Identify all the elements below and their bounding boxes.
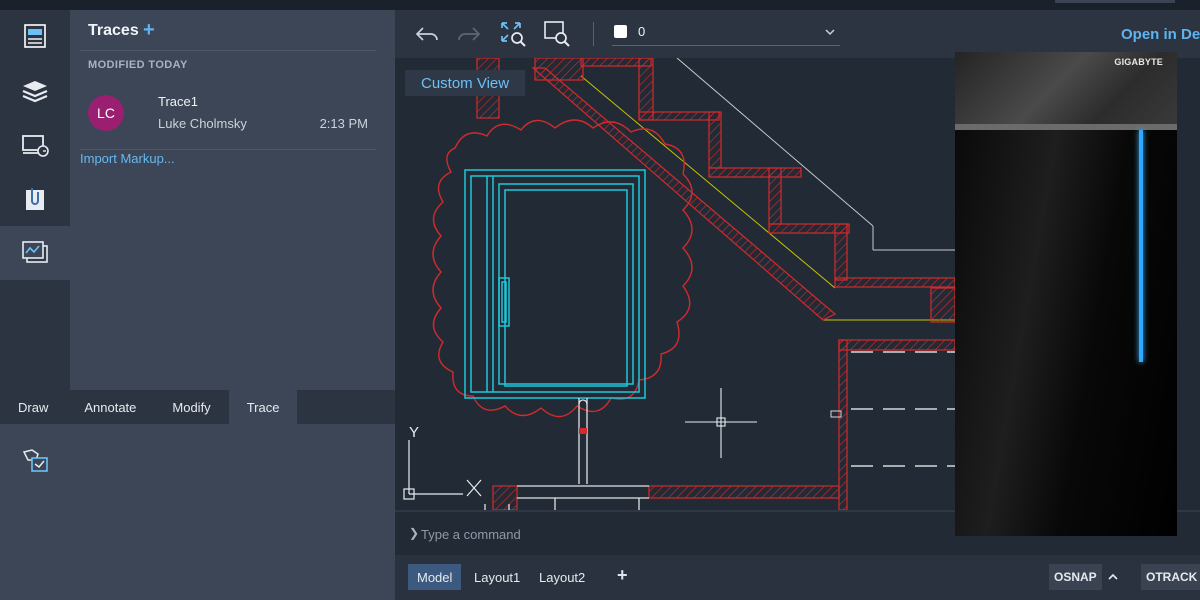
blocks-icon [22, 135, 49, 157]
add-trace-button[interactable]: + [143, 19, 155, 42]
stair-steps [476, 58, 956, 510]
status-bar: Model Layout1 Layout2 + OSNAP OTRACK [395, 555, 1200, 600]
add-layout-button[interactable]: + [617, 565, 628, 586]
section-label: MODIFIED TODAY [88, 59, 188, 71]
tab-model[interactable]: Model [408, 564, 462, 590]
pc-case-image: GIGABYTE [955, 52, 1177, 536]
blocks-button[interactable] [0, 118, 70, 172]
open-in-desktop-link[interactable]: Open in De [1121, 26, 1200, 43]
file-properties-button[interactable] [0, 10, 70, 64]
trace-time: 2:13 PM [319, 116, 368, 131]
ucs-axis-icon [403, 440, 482, 500]
crosshair-icon [685, 388, 757, 458]
toolbar-separator [593, 22, 594, 46]
layers-icon [22, 81, 48, 103]
otrack-toggle[interactable]: OTRACK [1141, 564, 1200, 590]
trace-tool-icon[interactable] [20, 446, 50, 476]
tab-annotate[interactable]: Annotate [66, 390, 154, 424]
layer-name: 0 [638, 24, 646, 39]
tab-modify[interactable]: Modify [154, 390, 228, 424]
file-properties-icon [24, 24, 46, 48]
left-icon-rail [0, 10, 70, 390]
window-top-strip [0, 0, 1200, 10]
zoom-extents-icon[interactable] [499, 20, 527, 48]
tools-body [0, 424, 395, 600]
ucs-y-label: Y [409, 424, 419, 441]
chevron-down-icon [825, 29, 835, 36]
panel-divider [80, 149, 376, 150]
traces-icon [22, 241, 48, 263]
avatar: LC [88, 95, 124, 131]
traces-button[interactable] [0, 226, 70, 280]
trace-author: Luke Cholmsky [158, 116, 247, 131]
led-strip [1139, 130, 1143, 362]
tool-tabs: Draw Annotate Modify Trace [0, 390, 395, 424]
panel-divider [80, 50, 376, 51]
layer-dropdown[interactable]: 0 [612, 20, 840, 46]
zoom-window-icon[interactable] [543, 20, 571, 48]
app-window: Traces + MODIFIED TODAY LC Trace1 Luke C… [0, 0, 1200, 600]
trace-name: Trace1 [158, 94, 198, 109]
chevron-up-icon[interactable] [1107, 571, 1119, 583]
chevron-right-icon: ❯ [409, 526, 420, 540]
plus-icon: + [617, 565, 628, 585]
undo-icon[interactable] [413, 20, 441, 48]
layer-color-swatch [614, 25, 627, 38]
layers-button[interactable] [0, 64, 70, 118]
tab-trace[interactable]: Trace [228, 390, 298, 424]
drawing-toolbar: 0 Open in De [395, 10, 1200, 58]
panel-title: Traces [88, 22, 139, 39]
top-tab-indicator [1055, 0, 1175, 3]
traces-panel: Traces + MODIFIED TODAY LC Trace1 Luke C… [70, 10, 395, 390]
tab-layout1[interactable]: Layout1 [465, 564, 529, 590]
redo-icon[interactable] [455, 20, 483, 48]
command-input[interactable] [421, 522, 921, 546]
plus-icon: + [143, 19, 155, 41]
tab-layout2[interactable]: Layout2 [530, 564, 594, 590]
attachments-button[interactable] [0, 172, 70, 226]
attachments-icon [26, 188, 44, 210]
pc-case-glass-panel [955, 130, 1177, 536]
custom-view-button[interactable]: Custom View [405, 70, 526, 96]
import-markup-link[interactable]: Import Markup... [80, 151, 175, 166]
door-frame [464, 169, 646, 399]
osnap-toggle[interactable]: OSNAP [1049, 564, 1102, 590]
brand-logo: GIGABYTE [1114, 57, 1163, 67]
tab-draw[interactable]: Draw [0, 390, 66, 424]
trace-list-item[interactable]: LC Trace1 Luke Cholmsky 2:13 PM [80, 82, 376, 146]
